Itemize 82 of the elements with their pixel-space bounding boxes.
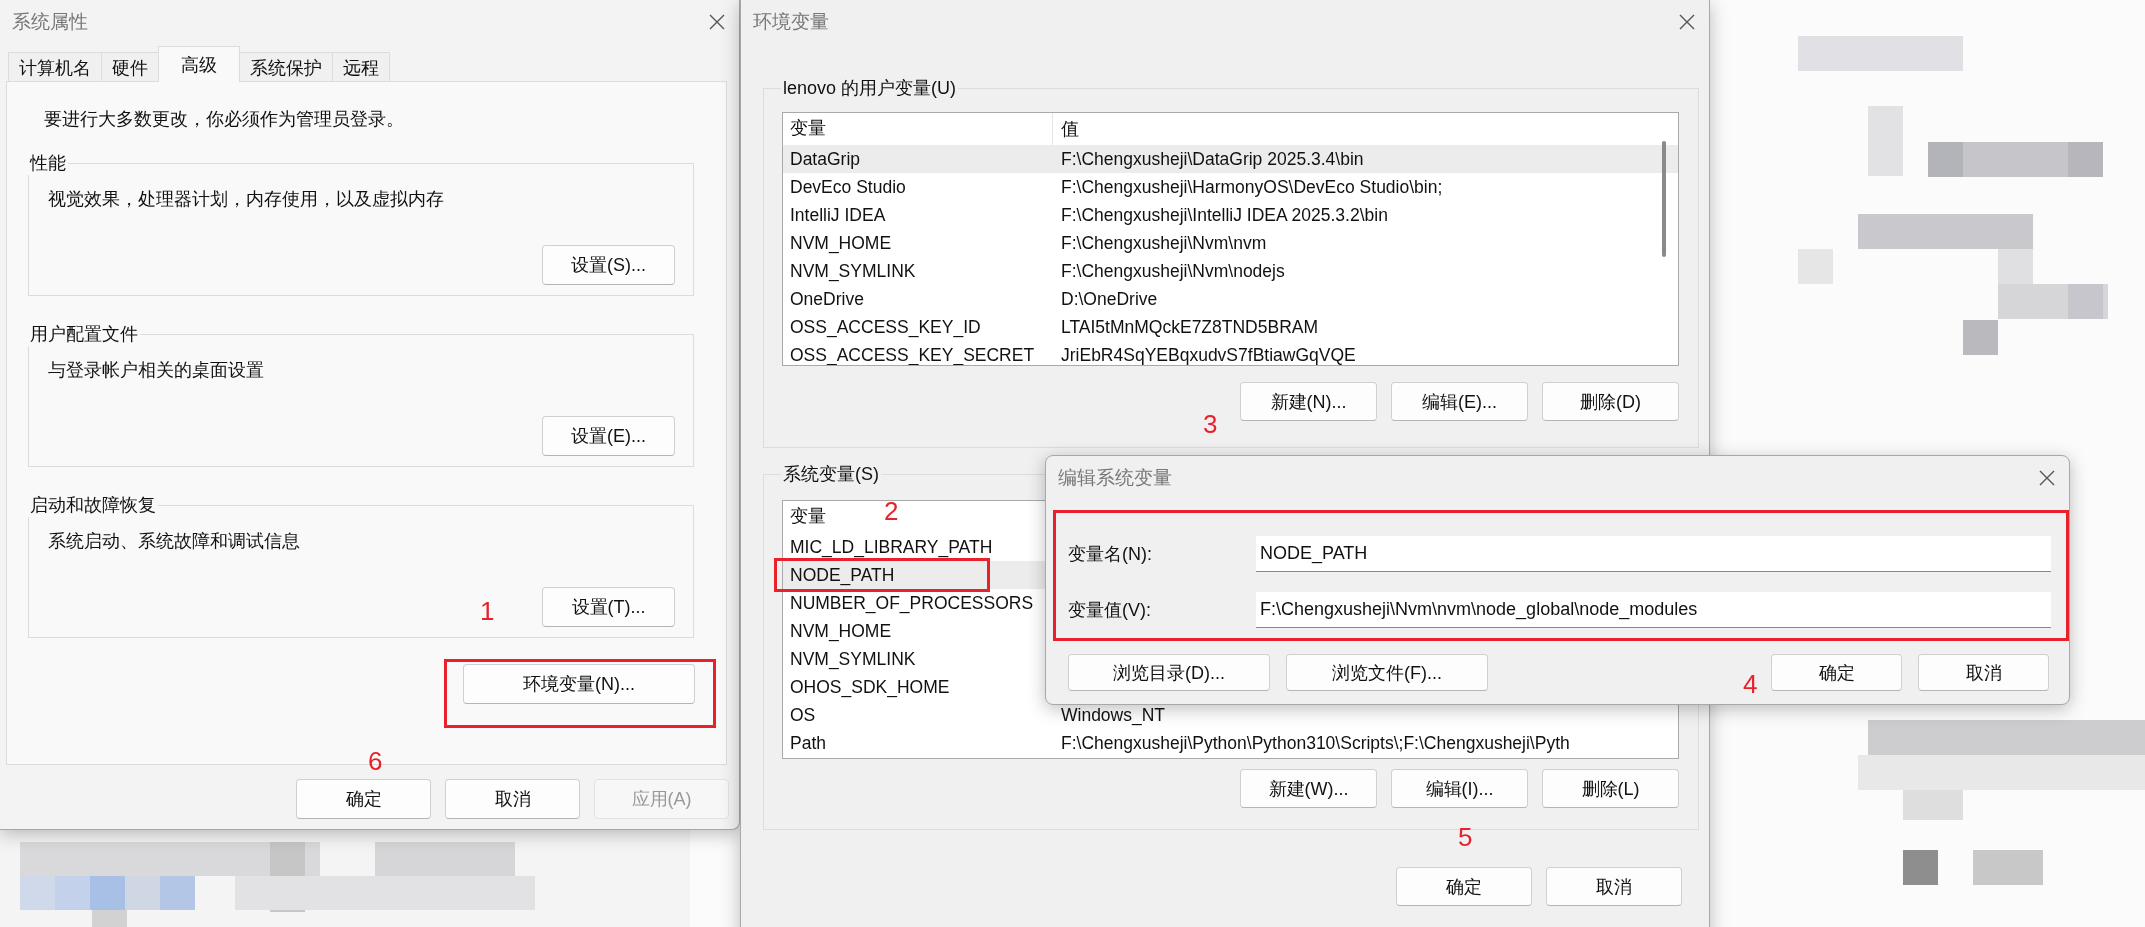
list-button[interactable]: 新建(N)...: [1240, 382, 1377, 421]
settings-button[interactable]: 设置(E)...: [542, 416, 675, 456]
variable-name: NODE_PATH: [790, 566, 895, 584]
list-button[interactable]: 删除(D): [1542, 382, 1679, 421]
browse-button[interactable]: 浏览文件(F)...: [1286, 654, 1488, 691]
variable-row[interactable]: OS Windows_NT: [783, 701, 1678, 729]
window-title: 系统属性: [12, 10, 88, 34]
step-number: 1: [480, 598, 495, 624]
group-title: 用户配置文件: [29, 323, 139, 346]
group-title: 性能: [28, 152, 67, 175]
variable-name: NVM_HOME: [790, 622, 892, 640]
variable-row[interactable]: OneDrive D:\OneDrive: [783, 285, 1678, 313]
variable-value: F:\Chengxusheji\HarmonyOS\DevEco Studio\bin;: [1061, 178, 1443, 196]
variable-row[interactable]: OSS_ACCESS_KEY_SECRET JriEbR4SqYEBqxudvS7fBtiawGqVQE: [783, 341, 1678, 365]
variable-row[interactable]: Path F:\Chengxusheji\Python\Python310\Scripts\;F:\Chengxusheji\Pyth: [783, 729, 1678, 757]
window-title: 环境变量: [753, 10, 829, 34]
step-number: 3: [1203, 411, 1218, 437]
input-field[interactable]: F:\Chengxusheji\Nvm\nvm\node_global\node_modules: [1256, 592, 2051, 628]
group-description: 系统启动、系统故障和调试信息: [48, 530, 301, 553]
step-number: 2: [884, 498, 899, 524]
environment-variables-button[interactable]: 环境变量(N)...: [463, 664, 695, 704]
window-title: 编辑系统变量: [1058, 466, 1172, 490]
dialog-button[interactable]: 确定: [1771, 654, 1902, 691]
scrollbar[interactable]: [1662, 141, 1666, 257]
step-number: 5: [1458, 824, 1473, 850]
close-icon: [707, 12, 727, 32]
dialog-button[interactable]: 取消: [445, 779, 580, 819]
field-label: 变量名(N):: [1068, 543, 1153, 566]
tab[interactable]: 计算机名: [8, 52, 102, 82]
notice-text: 要进行大多数更改，你必须作为管理员登录。: [44, 108, 405, 131]
variable-name: OSS_ACCESS_KEY_SECRET: [790, 346, 1035, 364]
column-header[interactable]: 值: [1061, 120, 1079, 138]
step-number: 6: [368, 748, 383, 774]
tab[interactable]: 高级: [158, 46, 240, 82]
settings-button[interactable]: 设置(S)...: [542, 245, 675, 285]
group-title: 系统变量(S): [782, 463, 880, 486]
list-button[interactable]: 编辑(I)...: [1391, 769, 1528, 808]
group-title: lenovo 的用户变量(U): [782, 77, 958, 100]
column-header[interactable]: 变量: [790, 120, 826, 138]
variable-row[interactable]: NVM_HOME F:\Chengxusheji\Nvm\nvm: [783, 229, 1678, 257]
column-header[interactable]: 变量: [790, 508, 826, 526]
variable-name: OSS_ACCESS_KEY_ID: [790, 318, 981, 336]
close-icon: [1677, 12, 1697, 32]
variable-value: F:\Chengxusheji\IntelliJ IDEA 2025.3.2\bin: [1061, 206, 1388, 224]
list-button[interactable]: 新建(W)...: [1240, 769, 1377, 808]
field-label: 变量值(V):: [1068, 599, 1152, 622]
variable-value: F:\Chengxusheji\Python\Python310\Scripts\;F:\Chengxusheji\Pyth: [1061, 734, 1570, 752]
group-title: 启动和故障恢复: [29, 494, 157, 517]
variable-name: NVM_SYMLINK: [790, 262, 916, 280]
variable-row[interactable]: DataGrip F:\Chengxusheji\DataGrip 2025.3.4\bin: [783, 145, 1678, 173]
settings-button[interactable]: 设置(T)...: [542, 587, 675, 627]
variable-name: OneDrive: [790, 290, 864, 308]
variable-row[interactable]: IntelliJ IDEA F:\Chengxusheji\IntelliJ IDEA 2025.3.2\bin: [783, 201, 1678, 229]
input-field[interactable]: NODE_PATH: [1256, 536, 2051, 572]
variable-value: D:\OneDrive: [1061, 290, 1158, 308]
variable-value: Windows_NT: [1061, 706, 1166, 724]
list-button[interactable]: 编辑(E)...: [1391, 382, 1528, 421]
variable-name: IntelliJ IDEA: [790, 206, 886, 224]
group-description: 与登录帐户相关的桌面设置: [48, 359, 265, 382]
variable-value: F:\Chengxusheji\Nvm\nodejs: [1061, 262, 1285, 280]
dialog-button[interactable]: 确定: [296, 779, 431, 819]
list-button[interactable]: 删除(L): [1542, 769, 1679, 808]
variable-row[interactable]: NVM_SYMLINK F:\Chengxusheji\Nvm\nodejs: [783, 257, 1678, 285]
variable-value: F:\Chengxusheji\Nvm\nvm: [1061, 234, 1267, 252]
variable-name: Path: [790, 734, 826, 752]
dialog-button[interactable]: 确定: [1396, 867, 1532, 906]
dialog-button[interactable]: 取消: [1918, 654, 2049, 691]
step-number: 4: [1743, 671, 1758, 697]
variable-value: LTAI5tMnMQckE7Z8TND5BRAM: [1061, 318, 1319, 336]
variable-name: DataGrip: [790, 150, 861, 168]
variable-value: JriEbR4SqYEBqxudvS7fBtiawGqVQE: [1061, 346, 1356, 364]
variable-name: OS: [790, 706, 816, 724]
close-icon: [2037, 468, 2057, 488]
variable-name: NVM_HOME: [790, 234, 892, 252]
variable-name: DevEco Studio: [790, 178, 906, 196]
group-description: 视觉效果，处理器计划，内存使用，以及虚拟内存: [48, 188, 445, 211]
dialog-button[interactable]: 取消: [1546, 867, 1682, 906]
variable-row[interactable]: DevEco Studio F:\Chengxusheji\HarmonyOS\DevEco Studio\bin;: [783, 173, 1678, 201]
variable-value: F:\Chengxusheji\DataGrip 2025.3.4\bin: [1061, 150, 1364, 168]
tab[interactable]: 远程: [332, 52, 390, 82]
variable-row[interactable]: OSS_ACCESS_KEY_ID LTAI5tMnMQckE7Z8TND5BRAM: [783, 313, 1678, 341]
browse-button[interactable]: 浏览目录(D)...: [1068, 654, 1270, 691]
